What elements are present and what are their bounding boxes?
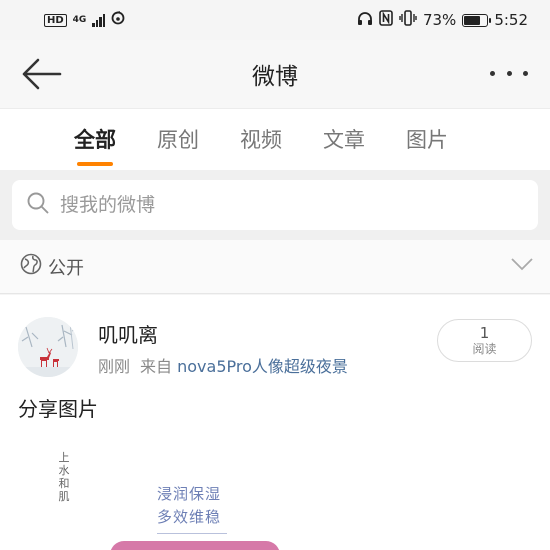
search-bar-area bbox=[0, 170, 550, 240]
battery-fill bbox=[464, 15, 481, 25]
network-icon: 4G bbox=[72, 14, 87, 25]
search-input[interactable] bbox=[60, 194, 460, 216]
image-tagline: 浸润保湿 多效维稳 bbox=[157, 483, 221, 529]
post-text: 分享图片 bbox=[18, 397, 98, 421]
read-label: 阅读 bbox=[472, 341, 497, 356]
post-source-device[interactable]: nova5Pro人像超级夜景 bbox=[177, 357, 348, 376]
weibo-post-card: 叽叽离 刚刚 来自 nova5Pro人像超级夜景 1 阅读 分享图片 上 水 和… bbox=[0, 295, 550, 550]
search-box[interactable] bbox=[12, 180, 538, 230]
tagline-line-2: 多效维稳 bbox=[157, 508, 222, 526]
read-count: 1 bbox=[479, 323, 490, 342]
filter-tabs: 全部 原创 视频 文章 图片 bbox=[0, 108, 550, 170]
post-meta: 刚刚 来自 nova5Pro人像超级夜景 bbox=[98, 353, 348, 377]
clock: 5:52 bbox=[494, 11, 528, 29]
post-source: 来自 nova5Pro人像超级夜景 bbox=[140, 353, 348, 377]
signal-icon bbox=[92, 13, 106, 27]
read-count-badge[interactable]: 1 阅读 bbox=[437, 319, 532, 362]
avatar[interactable] bbox=[18, 317, 78, 377]
post-time: 刚刚 bbox=[98, 357, 131, 376]
battery-percent: 73% bbox=[422, 11, 457, 29]
network-gen-label: 4G bbox=[72, 14, 87, 25]
brand-logo: 上 水 和 肌 bbox=[58, 451, 70, 503]
tab-pictures[interactable]: 图片 bbox=[406, 109, 448, 171]
deer-avatar-image bbox=[18, 317, 78, 377]
visibility-selector[interactable]: 公开 bbox=[0, 240, 550, 294]
tab-article[interactable]: 文章 bbox=[323, 109, 365, 171]
chevron-down-icon bbox=[510, 256, 534, 277]
battery-icon bbox=[462, 13, 492, 27]
more-dots-icon bbox=[490, 70, 495, 76]
globe-icon bbox=[20, 253, 42, 280]
tagline-divider bbox=[157, 533, 227, 534]
hd-icon: HD bbox=[44, 13, 67, 27]
post-author-name[interactable]: 叽叽离 bbox=[98, 319, 158, 348]
vibrate-icon bbox=[399, 10, 417, 30]
status-right: 73% 5:52 bbox=[357, 10, 528, 30]
tab-video[interactable]: 视频 bbox=[240, 109, 282, 171]
top-navigation-bar: 微博 bbox=[0, 40, 550, 108]
back-arrow-icon bbox=[22, 58, 62, 90]
tab-original[interactable]: 原创 bbox=[157, 109, 199, 171]
post-image[interactable]: 上 水 和 肌 浸润保湿 多效维稳 bbox=[0, 441, 550, 550]
status-left: HD 4G bbox=[44, 11, 125, 29]
visibility-label: 公开 bbox=[48, 257, 84, 279]
tagline-line-1: 浸润保湿 bbox=[157, 485, 222, 503]
back-button[interactable] bbox=[20, 56, 62, 92]
product-image-edge bbox=[110, 541, 280, 550]
more-options-button[interactable] bbox=[490, 62, 528, 84]
post-source-prefix: 来自 bbox=[140, 357, 173, 376]
tab-all[interactable]: 全部 bbox=[74, 109, 116, 171]
search-icon bbox=[26, 191, 50, 219]
nfc-icon bbox=[379, 10, 393, 30]
status-bar: HD 4G 73% 5:52 bbox=[0, 0, 550, 40]
headphones-icon bbox=[357, 11, 373, 30]
page-title: 微博 bbox=[252, 64, 298, 90]
sync-icon bbox=[111, 11, 125, 29]
